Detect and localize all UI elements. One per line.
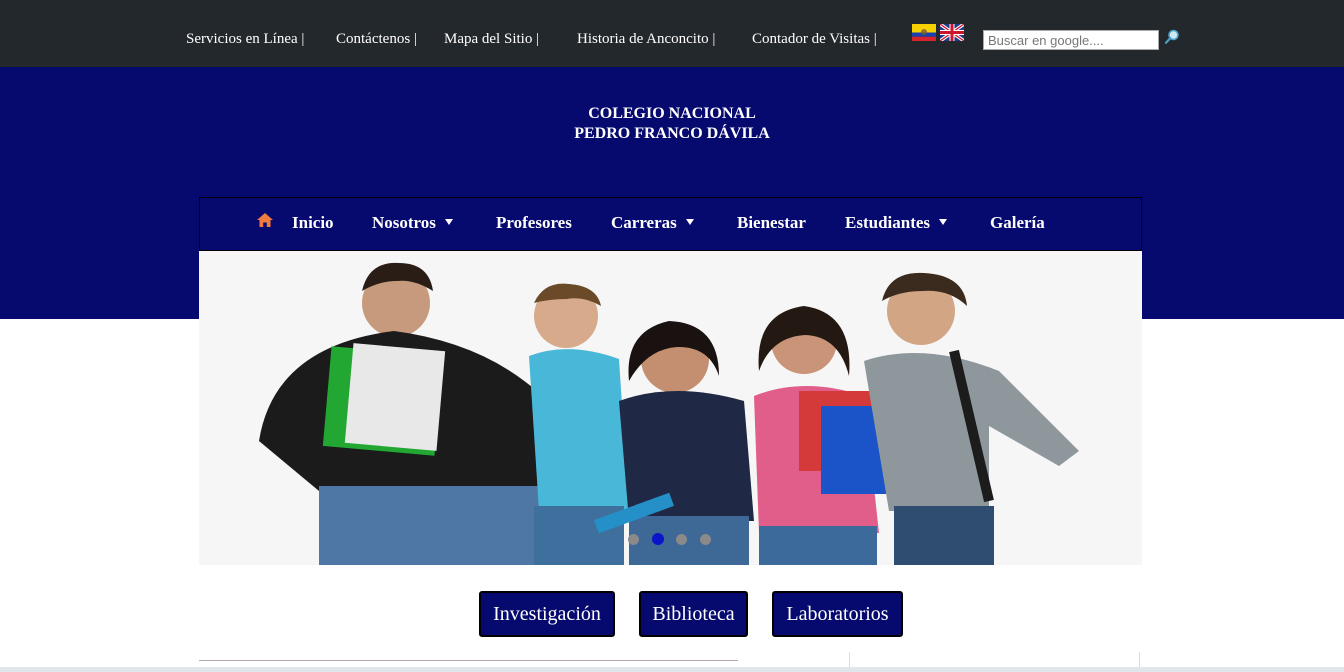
nav-item-galeria[interactable]: Galería (990, 213, 1045, 233)
slider-dot-4[interactable] (700, 534, 711, 545)
nav-label-galeria: Galería (990, 213, 1045, 232)
link-mapa-del-sitio[interactable]: Mapa del Sitio | (444, 31, 539, 48)
nav-label-estudiantes: Estudiantes (845, 213, 931, 232)
hero-slider[interactable] (199, 251, 1142, 565)
nav-item-inicio[interactable]: Inicio (292, 213, 334, 233)
site-title: COLEGIO NACIONAL PEDRO FRANCO DÁVILA (0, 104, 1344, 144)
chevron-down-icon (685, 219, 694, 226)
search-icon[interactable] (1163, 28, 1181, 46)
nav-label-profesores: Profesores (496, 213, 572, 232)
link-contador-de-visitas[interactable]: Contador de Visitas | (752, 31, 877, 48)
slider-dot-3[interactable] (676, 534, 687, 545)
page-bottom-strip (0, 667, 1344, 672)
nav-item-nosotros[interactable]: Nosotros (372, 213, 453, 233)
content-divider (199, 660, 738, 661)
slider-dot-2[interactable] (652, 533, 664, 545)
ecuador-flag-icon[interactable] (912, 24, 936, 41)
search-input[interactable] (983, 30, 1159, 50)
nav-label-inicio: Inicio (292, 213, 334, 232)
chevron-down-icon (939, 219, 948, 226)
students-group-photo (199, 251, 1142, 565)
site-title-line1: COLEGIO NACIONAL (588, 105, 756, 122)
nav-item-bienestar[interactable]: Bienestar (737, 213, 806, 233)
nav-label-bienestar: Bienestar (737, 213, 806, 232)
slider-dot-1[interactable] (628, 534, 639, 545)
chevron-down-icon (444, 219, 453, 226)
uk-flag-icon[interactable] (940, 24, 964, 41)
link-historia-de-anconcito[interactable]: Historia de Anconcito | (577, 31, 715, 48)
nav-label-nosotros: Nosotros (372, 213, 436, 232)
nav-label-carreras: Carreras (611, 213, 677, 232)
biblioteca-button[interactable]: Biblioteca (639, 591, 748, 637)
nav-item-estudiantes[interactable]: Estudiantes (845, 213, 948, 233)
nav-item-profesores[interactable]: Profesores (496, 213, 572, 233)
link-servicios-en-linea[interactable]: Servicios en Línea | (186, 31, 304, 48)
home-icon[interactable] (256, 212, 274, 228)
link-contactenos[interactable]: Contáctenos | (336, 31, 417, 48)
nav-item-carreras[interactable]: Carreras (611, 213, 694, 233)
laboratorios-button[interactable]: Laboratorios (772, 591, 903, 637)
site-title-line2: PEDRO FRANCO DÁVILA (574, 125, 770, 142)
investigacion-button[interactable]: Investigación (479, 591, 615, 637)
